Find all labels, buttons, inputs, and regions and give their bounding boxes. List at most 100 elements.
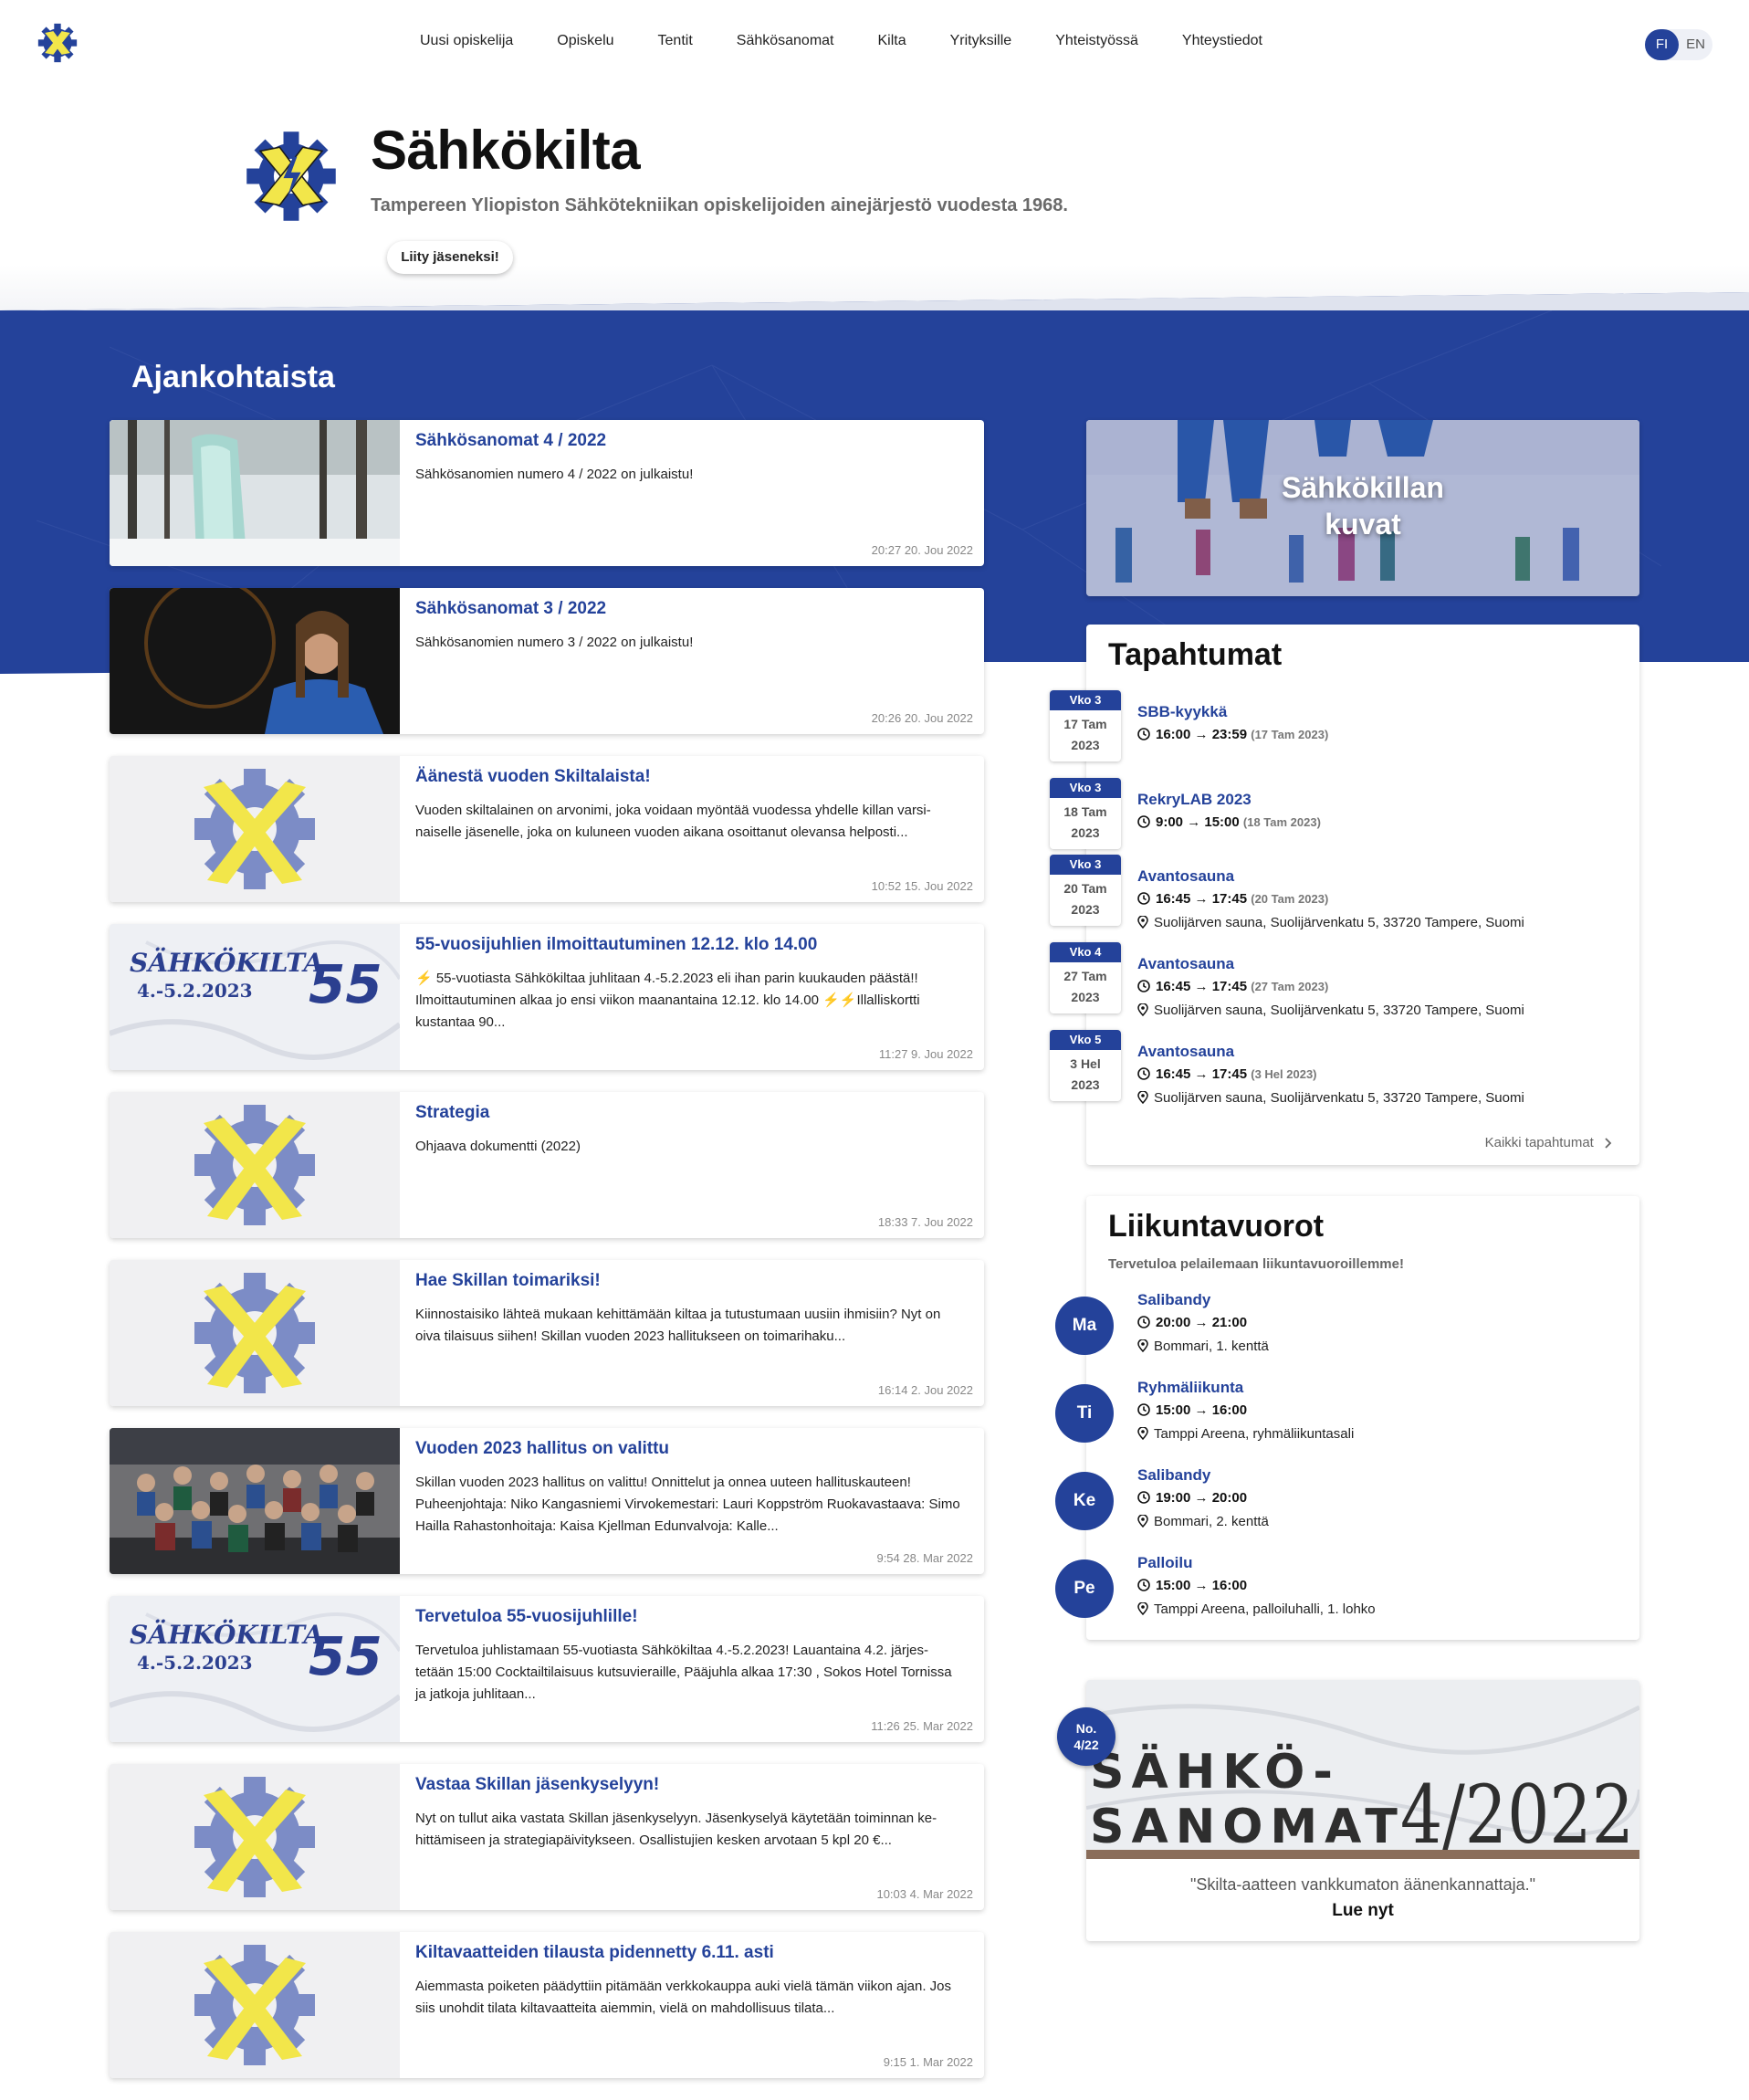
news-card[interactable]: Sähkösanomat 3 / 2022 Sähkösanomien nume… [110,588,984,734]
news-excerpt: ⚡️ 55-vuotiasta Sähkökiltaa juhlitaan 4.… [415,971,920,1030]
nav-yhteistyossa[interactable]: Yhteistyössä [1055,33,1138,49]
chevron-right-icon [1605,1138,1612,1149]
sport-time: 20:00 → 21:00 [1137,1315,1247,1330]
svg-text:4/2022: 4/2022 [1400,1768,1634,1859]
sports-panel: Liikuntavuorot Tervetuloa pelailemaan li… [1055,1196,1639,1640]
news-excerpt: Nyt on tullut aika vastata Skillan jäsen… [415,1811,937,1848]
sport-time: 19:00 → 20:00 [1137,1490,1247,1506]
sport-location: Tamppi Areena, palloiluhalli, 1. lohko [1137,1601,1376,1617]
news-excerpt: Sähkösanomien numero 3 / 2022 on julkais… [415,635,694,650]
news-title[interactable]: Hae Skillan toimariksi! [415,1271,601,1291]
news-excerpt: Ohjaava dokumentti (2022) [415,1139,581,1154]
news-excerpt: Sähkösanomien numero 4 / 2022 on julkais… [415,467,694,482]
news-card[interactable]: Sähkösanomat 4 / 2022 Sähkösanomien nume… [110,420,984,566]
event-item[interactable]: Vko 3 17 Tam 2023 SBB-kyykkä 16:00 → 23:… [1050,625,1639,761]
sport-title[interactable]: Ryhmäliikunta [1137,1379,1243,1397]
news-excerpt: Kiinnostaisiko lähteä mukaan kehittämään… [415,1307,941,1344]
news-title[interactable]: Vuoden 2023 hallitus on valittu [415,1439,669,1459]
news-card[interactable]: Äänestä vuoden Skiltalaista! Vuoden skil… [110,756,984,902]
location-pin-icon [1137,1515,1148,1528]
news-date: 11:27 9. Jou 2022 [878,1047,973,1061]
guild-logo-placeholder-icon [110,1764,400,1910]
event-title[interactable]: Avantosauna [1137,1043,1234,1061]
sports-subtitle: Tervetuloa pelailemaan liikuntavuoroille… [1108,1256,1404,1272]
news-title[interactable]: Äänestä vuoden Skiltalaista! [415,767,651,787]
lang-fi-button[interactable]: FI [1645,29,1679,60]
news-thumbnail [110,1260,400,1406]
news-card[interactable]: SÄHKÖKILTA 4.-5.2.2023 55 55-vuosijuhlie… [110,924,984,1070]
news-excerpt: Vuoden skiltalainen on arvonimi, joka vo… [415,803,931,840]
sport-location: Bommari, 1. kenttä [1137,1339,1269,1354]
news-card[interactable]: Strategia Ohjaava dokumentti (2022) 18:3… [110,1092,984,1238]
lang-en-button[interactable]: EN [1679,29,1712,60]
nav-uusi-opiskelija[interactable]: Uusi opiskelija [420,33,513,49]
nav-sahkosanomat[interactable]: Sähkösanomat [737,33,834,49]
news-excerpt: Aiemmasta poiketen päädyttiin pitämään v… [415,1979,951,2016]
news-thumbnail [110,756,400,902]
events-panel: Tapahtumat Vko 3 17 Tam 2023 SBB-kyykkä … [1050,625,1639,1165]
news-card[interactable]: Vastaa Skillan jäsenkyselyyn! Nyt on tul… [110,1764,984,1910]
news-title[interactable]: 55-vuosijuhlien ilmoittautuminen 12.12. … [415,935,817,955]
event-item[interactable]: Vko 5 3 Hel 2023 Avantosauna 16:45 → 17:… [1050,964,1639,1106]
news-card[interactable]: SÄHKÖKILTA 4.-5.2.2023 55 Tervetuloa 55-… [110,1596,984,1742]
guild-logo-placeholder-icon [110,1260,400,1406]
magazine-panel[interactable]: No. 4/22 SÄHKÖ- SANOMAT 4/2022 "Skilta-a… [1057,1680,1639,1941]
event-item[interactable]: Vko 3 20 Tam 2023 Avantosauna 16:45 → 17… [1050,789,1639,930]
clock-icon [1137,1403,1150,1416]
news-card[interactable]: Hae Skillan toimariksi! Kiinnostaisiko l… [110,1260,984,1406]
svg-text:55: 55 [309,953,382,1015]
event-item[interactable]: Vko 4 27 Tam 2023 Avantosauna 16:45 → 17… [1050,877,1639,1018]
clock-icon [1137,1579,1150,1591]
news-title[interactable]: Tervetuloa 55-vuosijuhlille! [415,1607,638,1627]
band-top-edge [0,292,1749,310]
event-time: 16:45 → 17:45 (3 Hel 2023) [1137,1066,1317,1082]
photo-gallery-link[interactable]: Sähkökillan kuvat [1086,420,1639,596]
news-card[interactable]: Vuoden 2023 hallitus on valittu Skillan … [110,1428,984,1574]
language-switcher: FI EN [1645,29,1712,60]
site-subtitle: Tampereen Yliopiston Sähkötekniikan opis… [371,195,1068,215]
news-title[interactable]: Sähkösanomat 4 / 2022 [415,431,606,451]
news-excerpt: Skillan vuoden 2023 hallitus on valittu!… [415,1475,960,1534]
sport-title[interactable]: Salibandy [1137,1291,1210,1309]
guild-logo-placeholder-icon [110,1932,400,2078]
sport-title[interactable]: Palloilu [1137,1554,1192,1572]
news-date: 10:03 4. Mar 2022 [876,1887,973,1901]
all-events-link[interactable]: Kaikki tapahtumat [1485,1135,1618,1150]
main-menu: Uusi opiskelija Opiskelu Tentit Sähkösan… [420,33,1306,49]
news-thumbnail: SÄHKÖKILTA 4.-5.2.2023 55 [110,924,400,1070]
event-location: Suolijärven sauna, Suolijärvenkatu 5, 33… [1137,1090,1524,1106]
event-date-badge: Vko 5 3 Hel 2023 [1050,1030,1121,1101]
svg-text:SANOMAT: SANOMAT [1090,1800,1405,1854]
news-title[interactable]: Vastaa Skillan jäsenkyselyyn! [415,1775,659,1795]
read-now-link[interactable]: Lue nyt [1086,1901,1639,1921]
nav-yhteystiedot[interactable]: Yhteystiedot [1182,33,1262,49]
sport-time: 15:00 → 16:00 [1137,1402,1247,1418]
nav-kilta[interactable]: Kilta [878,33,906,49]
sport-title[interactable]: Salibandy [1137,1466,1210,1485]
nav-yrityksille[interactable]: Yrityksille [950,33,1012,49]
gallery-label: Sähkökillan kuvat [1282,471,1444,541]
news-card[interactable]: Kiltavaatteiden tilausta pidennetty 6.11… [110,1932,984,2078]
join-member-button[interactable]: Liity jäseneksi! [387,241,513,274]
nav-tentit[interactable]: Tentit [658,33,693,49]
clock-icon [1137,1491,1150,1504]
news-date: 16:14 2. Jou 2022 [877,1383,973,1397]
guild-emblem-icon [246,131,336,221]
news-date: 20:27 20. Jou 2022 [871,543,973,557]
news-date: 10:52 15. Jou 2022 [871,879,973,893]
news-title[interactable]: Sähkösanomat 3 / 2022 [415,599,606,619]
event-item[interactable]: Vko 3 18 Tam 2023 RekryLAB 2023 9:00 → 1… [1050,712,1639,849]
location-pin-icon [1137,1602,1148,1615]
sport-time: 15:00 → 16:00 [1137,1578,1247,1593]
news-date: 11:26 25. Mar 2022 [871,1719,973,1733]
news-title[interactable]: Strategia [415,1103,489,1123]
nav-opiskelu[interactable]: Opiskelu [557,33,613,49]
news-title[interactable]: Kiltavaatteiden tilausta pidennetty 6.11… [415,1943,774,1963]
guild-logo-icon[interactable] [37,22,79,64]
weekday-badge: Ke [1055,1472,1114,1530]
location-pin-icon [1137,1339,1148,1352]
svg-text:SÄHKÖ-: SÄHKÖ- [1090,1743,1340,1800]
news-thumbnail: SÄHKÖKILTA 4.-5.2.2023 55 [110,1596,400,1742]
svg-text:4.-5.2.2023: 4.-5.2.2023 [137,980,253,1002]
guild-logo-placeholder-icon [110,756,400,902]
